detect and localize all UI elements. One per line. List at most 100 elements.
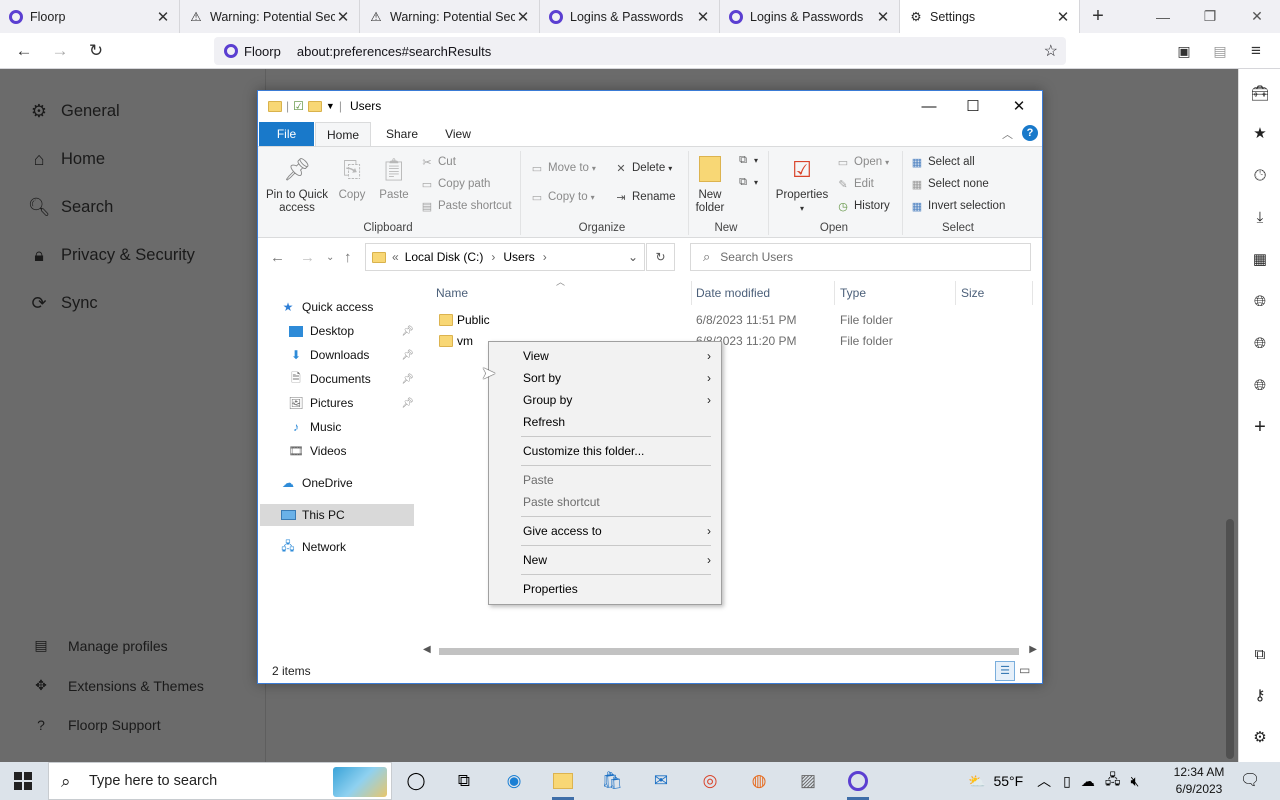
close-button[interactable]: ✕ [996,91,1042,121]
category-sync[interactable]: ⟳ Sync [28,292,97,314]
settings-gear-icon[interactable]: ⚙ [1250,727,1270,747]
maximize-button[interactable]: ☐ [950,91,996,121]
history-clock-icon[interactable]: 🕒︎ [1250,165,1270,185]
nav-network[interactable]: 🖧︎ Network [280,536,414,558]
bookmark-star-icon[interactable]: ☆ [1044,41,1058,61]
edge-icon[interactable]: ◉ [501,768,527,794]
web-panel-globe-icon[interactable]: 🌐︎ [1250,291,1270,311]
taskbar-search-box[interactable]: ⌕ Type here to search [48,762,392,800]
recent-locations-chevron-icon[interactable]: ⌄ [326,252,334,263]
scroll-right-arrow-icon[interactable]: ▶ [1029,644,1037,655]
forward-button[interactable]: → [48,39,72,63]
sidebar-toggle-icon[interactable]: ▣ [1172,39,1196,63]
properties-button[interactable]: ☑ Properties ▾ [774,153,830,215]
menu-item-paste-shortcut[interactable]: Paste shortcut [491,491,719,513]
nav-videos[interactable]: 🎞︎ Videos [288,440,414,462]
tab-file[interactable]: File [259,122,314,146]
page-scrollbar[interactable] [1222,69,1238,762]
horizontal-scrollbar[interactable]: ◀ ▶ [421,644,1039,658]
mail-icon[interactable]: ✉ [648,768,674,794]
rename-button[interactable]: ⇥ Rename [614,190,675,204]
chrome-icon[interactable]: ◎ [697,768,723,794]
nav-documents[interactable]: 🗎︎ Documents 📌︎ [288,368,414,390]
search-box[interactable]: ⌕ Search Users [690,243,1031,271]
easy-access-button[interactable]: ⧉ ▾ [736,175,758,189]
refresh-button[interactable]: ↻ [646,243,675,271]
extensions-icon[interactable]: ⧉ [1250,644,1270,664]
back-arrow-icon[interactable]: ← [270,249,285,266]
close-icon[interactable]: ✕ [1055,8,1071,26]
taskbar-clock[interactable]: 12:34 AM 6/9/2023 [1164,764,1234,798]
copy-to-button[interactable]: ▭ Copy to ▾ [530,190,595,204]
invert-selection-button[interactable]: ▦ Invert selection [910,199,1006,213]
notifications-icon[interactable]: 🗨︎ [1240,770,1260,790]
menu-item-give-access[interactable]: Give access to › [491,520,719,542]
manage-profiles-link[interactable]: ▤ Manage profiles [32,637,167,654]
close-icon[interactable]: ✕ [875,8,891,26]
add-panel-icon[interactable]: + [1250,416,1270,438]
category-privacy[interactable]: 🔒︎ Privacy & Security [28,244,195,266]
close-icon[interactable]: ✕ [155,8,171,26]
copy-path-button[interactable]: ▭ Copy path [420,177,491,191]
menu-item-paste[interactable]: Paste [491,469,719,491]
delete-button[interactable]: ✕ Delete ▾ [614,161,672,175]
image-viewer-icon[interactable]: ▨ [795,768,821,794]
reload-button[interactable]: ↻ [84,39,108,63]
column-header-date[interactable]: Date modified [696,286,770,300]
nav-desktop[interactable]: Desktop 📌︎ [288,320,414,342]
nav-this-pc[interactable]: This PC [260,504,414,526]
menu-item-sort-by[interactable]: Sort by › [491,367,719,389]
cortana-icon[interactable]: ◯ [403,768,429,794]
menu-item-view[interactable]: View › [491,345,719,367]
new-tab-button[interactable]: + [1080,0,1116,33]
up-arrow-icon[interactable]: ↑ [344,249,352,266]
nav-pictures[interactable]: 🖼︎ Pictures 📌︎ [288,392,414,414]
weather-icon[interactable]: ⛅ [968,773,985,790]
tab-warning-2[interactable]: ⚠ Warning: Potential Secu ✕ [360,0,540,33]
restore-button[interactable]: ❐ [1187,0,1233,33]
nav-onedrive[interactable]: ☁ OneDrive [280,472,414,494]
file-row[interactable]: Public 6/8/2023 11:51 PM File folder [434,310,1034,331]
help-icon[interactable]: ? [1022,125,1038,141]
web-panel-globe-icon[interactable]: 🌐︎ [1250,375,1270,395]
edit-button[interactable]: ✎ Edit [836,177,873,191]
details-view-icon[interactable]: ☰ [995,661,1015,681]
column-header-size[interactable]: Size [961,286,984,300]
category-search[interactable]: 🔍︎ Search [28,196,114,218]
paste-shortcut-button[interactable]: ▤ Paste shortcut [420,199,512,213]
scroll-left-arrow-icon[interactable]: ◀ [423,644,431,655]
customize-toolbar-chevron-icon[interactable]: ▼ [326,101,335,111]
address-dropdown-chevron-icon[interactable]: ⌄ [628,250,638,264]
extensions-themes-link[interactable]: ✥ Extensions & Themes [32,677,204,694]
move-to-button[interactable]: ▭ Move to ▾ [530,161,596,175]
nav-music[interactable]: ♪ Music [288,416,414,438]
downloads-icon[interactable]: ⤓ [1250,207,1270,227]
network-icon[interactable]: 🖧︎ [1105,769,1121,793]
properties-check-icon[interactable]: ☑ [293,99,304,113]
menu-item-refresh[interactable]: Refresh [491,411,719,433]
paste-button[interactable]: 📋︎ Paste [374,153,414,202]
cut-button[interactable]: ✂ Cut [420,155,456,169]
tab-share[interactable]: Share [376,122,428,146]
file-explorer-icon[interactable] [550,768,576,800]
open-button[interactable]: ▭ Open ▾ [836,155,889,169]
bookmarks-star-icon[interactable]: ★ [1250,123,1270,143]
scrollbar-thumb[interactable] [1226,519,1234,759]
url-bar[interactable]: Floorp about:preferences#searchResults ☆ [214,37,1066,65]
select-all-button[interactable]: ▦ Select all [910,155,975,169]
history-button[interactable]: ◷ History [836,199,890,213]
tab-logins-1[interactable]: Logins & Passwords ✕ [540,0,720,33]
support-link[interactable]: ? Floorp Support [32,717,161,733]
container-icon[interactable]: ▤ [1208,39,1232,63]
minimize-button[interactable]: — [906,91,952,121]
store-icon[interactable]: 🛍︎ [599,768,625,794]
column-divider[interactable] [1032,281,1033,305]
forward-arrow-icon[interactable]: → [300,249,315,266]
tab-logins-2[interactable]: Logins & Passwords ✕ [720,0,900,33]
nav-quick-access[interactable]: ★ Quick access [280,296,416,318]
new-item-button[interactable]: ⧉ ▾ [736,153,758,167]
volume-muted-icon[interactable]: 🔇︎ [1131,773,1140,790]
column-divider[interactable] [691,281,692,305]
scrollbar-thumb[interactable] [439,648,1019,655]
meet-now-icon[interactable]: ▯ [1063,773,1071,790]
